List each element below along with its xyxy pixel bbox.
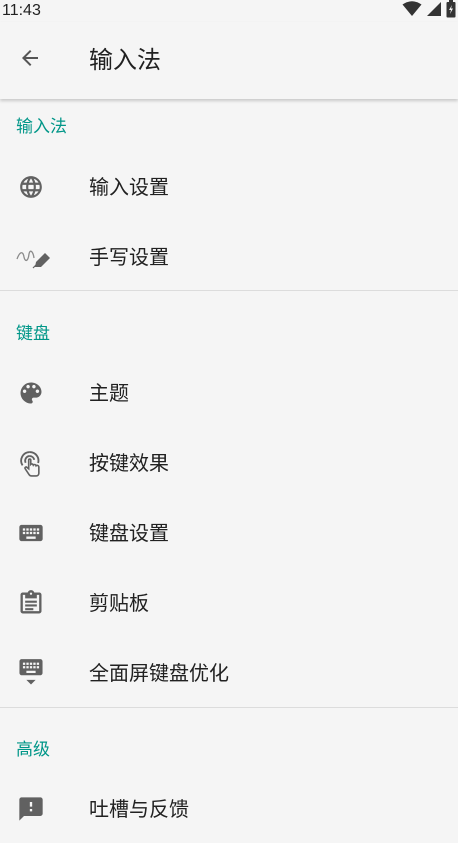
list-item-key-effect[interactable]: 按键效果 xyxy=(0,427,458,497)
list-item-label: 剪贴板 xyxy=(89,591,149,615)
status-bar: 11:43 xyxy=(0,0,458,22)
battery-icon xyxy=(446,0,456,22)
list-item-label: 手写设置 xyxy=(89,245,169,269)
list-item-feedback[interactable]: 吐槽与反馈 xyxy=(0,773,458,843)
globe-icon xyxy=(16,172,46,202)
list-item-theme[interactable]: 主题 xyxy=(0,357,458,427)
arrow-back-icon xyxy=(18,46,42,74)
divider xyxy=(0,707,458,708)
back-button[interactable] xyxy=(8,38,52,82)
section-header-keyboard: 键盘 xyxy=(16,324,50,344)
touch-icon xyxy=(16,448,46,478)
list-item-label: 按键效果 xyxy=(89,451,169,475)
status-time: 11:43 xyxy=(2,2,41,19)
list-item-input-settings[interactable]: 输入设置 xyxy=(0,151,458,221)
wifi-icon xyxy=(402,1,422,21)
app-bar: 输入法 xyxy=(0,22,458,99)
list-item-label: 吐槽与反馈 xyxy=(89,797,189,821)
clipboard-icon xyxy=(16,588,46,618)
status-icons xyxy=(402,0,456,22)
keyboard-hide-icon xyxy=(16,658,46,688)
list-item-label: 键盘设置 xyxy=(89,521,169,545)
section-header-input: 输入法 xyxy=(16,117,67,137)
keyboard-icon xyxy=(16,518,46,548)
list-item-label: 主题 xyxy=(89,381,129,405)
list-item-keyboard-settings[interactable]: 键盘设置 xyxy=(0,497,458,567)
section-header-advanced: 高级 xyxy=(16,740,50,760)
list-item-clipboard[interactable]: 剪贴板 xyxy=(0,567,458,637)
signal-icon xyxy=(426,1,442,21)
handwriting-icon xyxy=(16,242,52,272)
list-item-fullscreen-keyboard[interactable]: 全面屏键盘优化 xyxy=(0,637,458,707)
palette-icon xyxy=(16,378,46,408)
list-item-label: 全面屏键盘优化 xyxy=(89,661,229,685)
list-item-handwriting-settings[interactable]: 手写设置 xyxy=(0,221,458,291)
list-item-label: 输入设置 xyxy=(89,175,169,199)
page-title: 输入法 xyxy=(89,46,161,74)
divider xyxy=(0,290,458,291)
